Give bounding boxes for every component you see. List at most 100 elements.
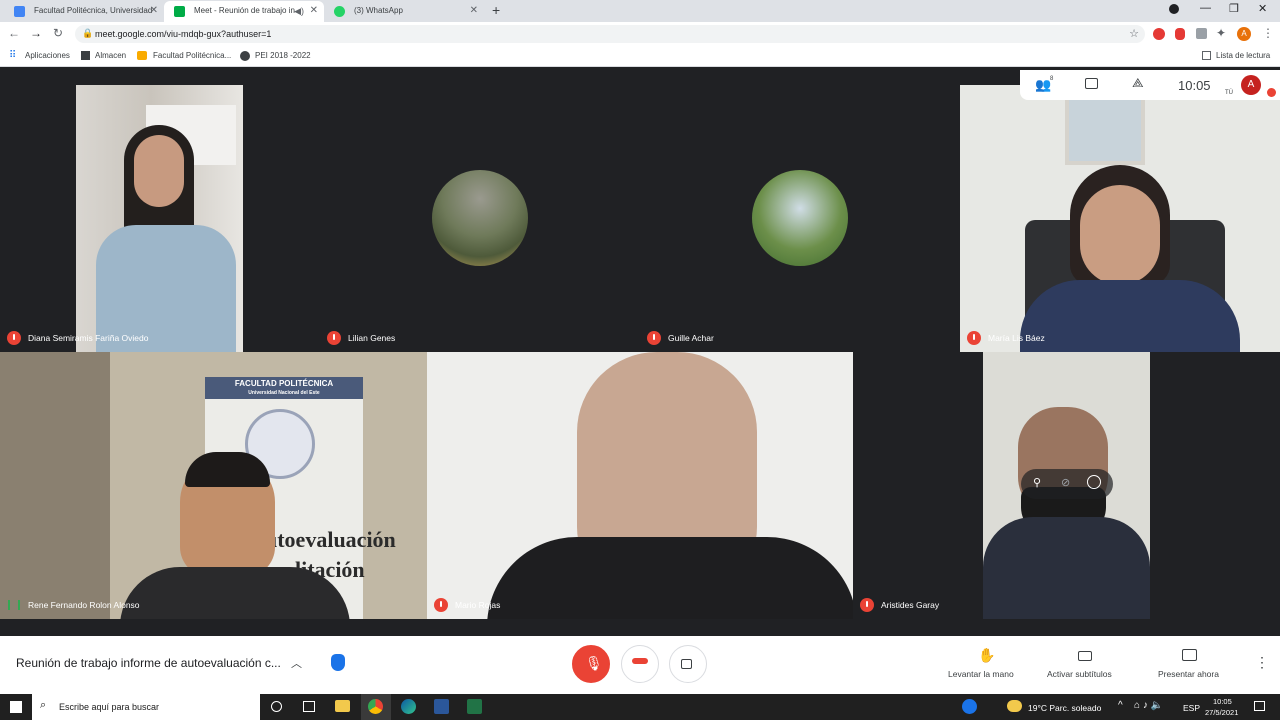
- puzzle-extensions-icon[interactable]: ✦: [1216, 26, 1226, 40]
- chat-icon[interactable]: [1085, 78, 1098, 89]
- mic-off-icon: [7, 331, 21, 345]
- participant-name: Rene Fernando Rolon Alonso: [28, 600, 140, 610]
- window-close-icon[interactable]: ✕: [1258, 2, 1267, 15]
- chrome-icon[interactable]: [368, 699, 383, 714]
- meet-favicon-icon: [174, 6, 185, 17]
- excel-icon[interactable]: [467, 699, 482, 714]
- leave-call-button[interactable]: [621, 645, 659, 683]
- participant-name: María Lis Báez: [988, 333, 1045, 343]
- participant-tile[interactable]: Mario Rojas: [427, 352, 853, 619]
- restore-icon[interactable]: ❐: [1229, 2, 1239, 15]
- participant-tile[interactable]: Diana Semiramis Fariña Oviedo: [0, 85, 320, 352]
- tray-icons[interactable]: ⌂ ♪ 🔈: [1134, 700, 1163, 711]
- windows-taskbar: ⌕ Escribe aquí para buscar 19°C Parc. so…: [0, 694, 1280, 720]
- mic-off-icon: [647, 331, 661, 345]
- tab-facultad[interactable]: Facultad Politécnica, Universidad ✕: [4, 1, 164, 22]
- participant-tile[interactable]: ⚲ ⊘ Aristides Garay: [853, 352, 1280, 619]
- facultad-icon: [137, 51, 147, 60]
- windows-start-icon[interactable]: [10, 701, 22, 713]
- participant-tile[interactable]: Guille Achar: [640, 85, 960, 352]
- word-icon[interactable]: [434, 699, 449, 714]
- participant-tile[interactable]: María Lis Báez: [960, 85, 1280, 352]
- meet-clock: 10:05: [1178, 78, 1211, 93]
- taskbar-time[interactable]: 10:05: [1213, 697, 1232, 706]
- tab-whatsapp[interactable]: (3) WhatsApp ✕: [324, 1, 484, 22]
- mic-off-icon: [860, 598, 874, 612]
- mic-toggle-button[interactable]: 🎙: [572, 645, 610, 683]
- people-icon[interactable]: 👥: [1035, 77, 1051, 93]
- hand-icon: ✋: [978, 647, 996, 663]
- meeting-title[interactable]: Reunión de trabajo informe de autoevalua…: [16, 656, 281, 670]
- browser-toolbar: ← → ↻ 🔒 meet.google.com/viu-mdqb-gux?aut…: [0, 22, 1280, 46]
- kebab-menu-icon[interactable]: ⋮: [1262, 26, 1274, 40]
- pin-icon[interactable]: ⚲: [1033, 476, 1041, 489]
- notifications-icon[interactable]: [1254, 701, 1265, 711]
- weather-text[interactable]: 19°C Parc. soleado: [1028, 703, 1101, 713]
- present-now-button[interactable]: Presentar ahora: [1150, 646, 1230, 690]
- meet-control-bar: Reunión de trabajo informe de autoevalua…: [0, 636, 1280, 694]
- forward-icon[interactable]: →: [30, 26, 42, 40]
- remove-participant-icon[interactable]: [1087, 475, 1101, 489]
- video-person-hair: [185, 452, 270, 487]
- cortana-icon[interactable]: [271, 701, 282, 712]
- close-icon[interactable]: ✕: [150, 1, 158, 21]
- participant-avatar: [752, 170, 848, 266]
- language-indicator[interactable]: ESP: [1183, 703, 1200, 713]
- task-view-icon[interactable]: [303, 701, 315, 712]
- video-person-face: [134, 135, 184, 207]
- extension-gray-icon[interactable]: [1196, 28, 1207, 39]
- bookmark-almacen[interactable]: Almacen: [95, 51, 126, 60]
- video-person-sweater: [120, 567, 350, 619]
- camera-toggle-button[interactable]: [669, 645, 707, 683]
- close-icon[interactable]: ✕: [310, 1, 318, 21]
- bookmark-star-icon[interactable]: ☆: [1129, 27, 1139, 40]
- calendar-favicon-icon: [14, 6, 25, 17]
- more-options-icon[interactable]: ⋮: [1255, 654, 1269, 671]
- raise-hand-button[interactable]: ✋ Levantar la mano: [940, 646, 1030, 690]
- extension-red-icon[interactable]: [1175, 28, 1185, 40]
- mic-off-icon: [434, 598, 448, 612]
- bookmark-aplicaciones[interactable]: Aplicaciones: [25, 51, 70, 60]
- close-icon[interactable]: ✕: [470, 1, 478, 21]
- chevron-up-icon[interactable]: ︿: [291, 655, 302, 671]
- bookmark-pei[interactable]: PEI 2018 -2022: [255, 51, 311, 60]
- profile-avatar[interactable]: A: [1237, 27, 1251, 41]
- participant-name: Lilian Genes: [348, 333, 396, 343]
- adblock-icon[interactable]: [1153, 28, 1165, 40]
- system-tray-chevron-icon[interactable]: ^: [1118, 700, 1123, 711]
- bookmark-facultad[interactable]: Facultad Politécnica...: [153, 51, 231, 60]
- participant-tile[interactable]: Lilian Genes: [320, 85, 640, 352]
- self-avatar[interactable]: A: [1241, 75, 1261, 95]
- help-icon[interactable]: [962, 699, 977, 714]
- search-placeholder: Escribe aquí para buscar: [59, 702, 160, 712]
- mic-off-icon: [327, 331, 341, 345]
- speaking-indicator-icon: [8, 600, 20, 610]
- activities-icon[interactable]: ⟁: [1132, 75, 1144, 91]
- address-bar[interactable]: 🔒 meet.google.com/viu-mdqb-gux?authuser=…: [75, 25, 1145, 43]
- whatsapp-favicon-icon: [334, 6, 345, 17]
- taskbar-date[interactable]: 27/5/2021: [1205, 708, 1238, 717]
- weather-icon: [1007, 700, 1022, 712]
- captions-button[interactable]: Activar subtítulos: [1040, 646, 1130, 690]
- reading-list-link[interactable]: Lista de lectura: [1216, 51, 1270, 60]
- speaker-icon[interactable]: ◀): [294, 1, 304, 21]
- edge-icon[interactable]: [401, 699, 416, 714]
- present-icon: [1182, 649, 1197, 661]
- shield-lock-icon[interactable]: [331, 654, 345, 671]
- reload-icon[interactable]: ↻: [53, 26, 63, 40]
- camera-icon: [681, 659, 692, 669]
- hangup-icon: [632, 658, 648, 664]
- mute-participant-icon[interactable]: ⊘: [1061, 476, 1070, 489]
- tab-search-icon[interactable]: [1169, 4, 1179, 14]
- participant-tile[interactable]: FACULTAD POLITÉCNICA Universidad Naciona…: [0, 352, 427, 619]
- tab-meet[interactable]: Meet - Reunión de trabajo in ◀) ✕: [164, 1, 324, 22]
- globe-icon: [240, 51, 250, 61]
- back-icon[interactable]: ←: [8, 26, 20, 40]
- taskbar-search[interactable]: ⌕ Escribe aquí para buscar: [32, 694, 260, 720]
- new-tab-icon[interactable]: +: [492, 2, 500, 18]
- reading-list-icon: [1202, 51, 1211, 60]
- tile-hover-controls: ⚲ ⊘: [1021, 469, 1113, 499]
- video-person-face: [1080, 185, 1160, 285]
- minimize-icon[interactable]: —: [1200, 2, 1211, 14]
- file-explorer-icon[interactable]: [335, 700, 350, 712]
